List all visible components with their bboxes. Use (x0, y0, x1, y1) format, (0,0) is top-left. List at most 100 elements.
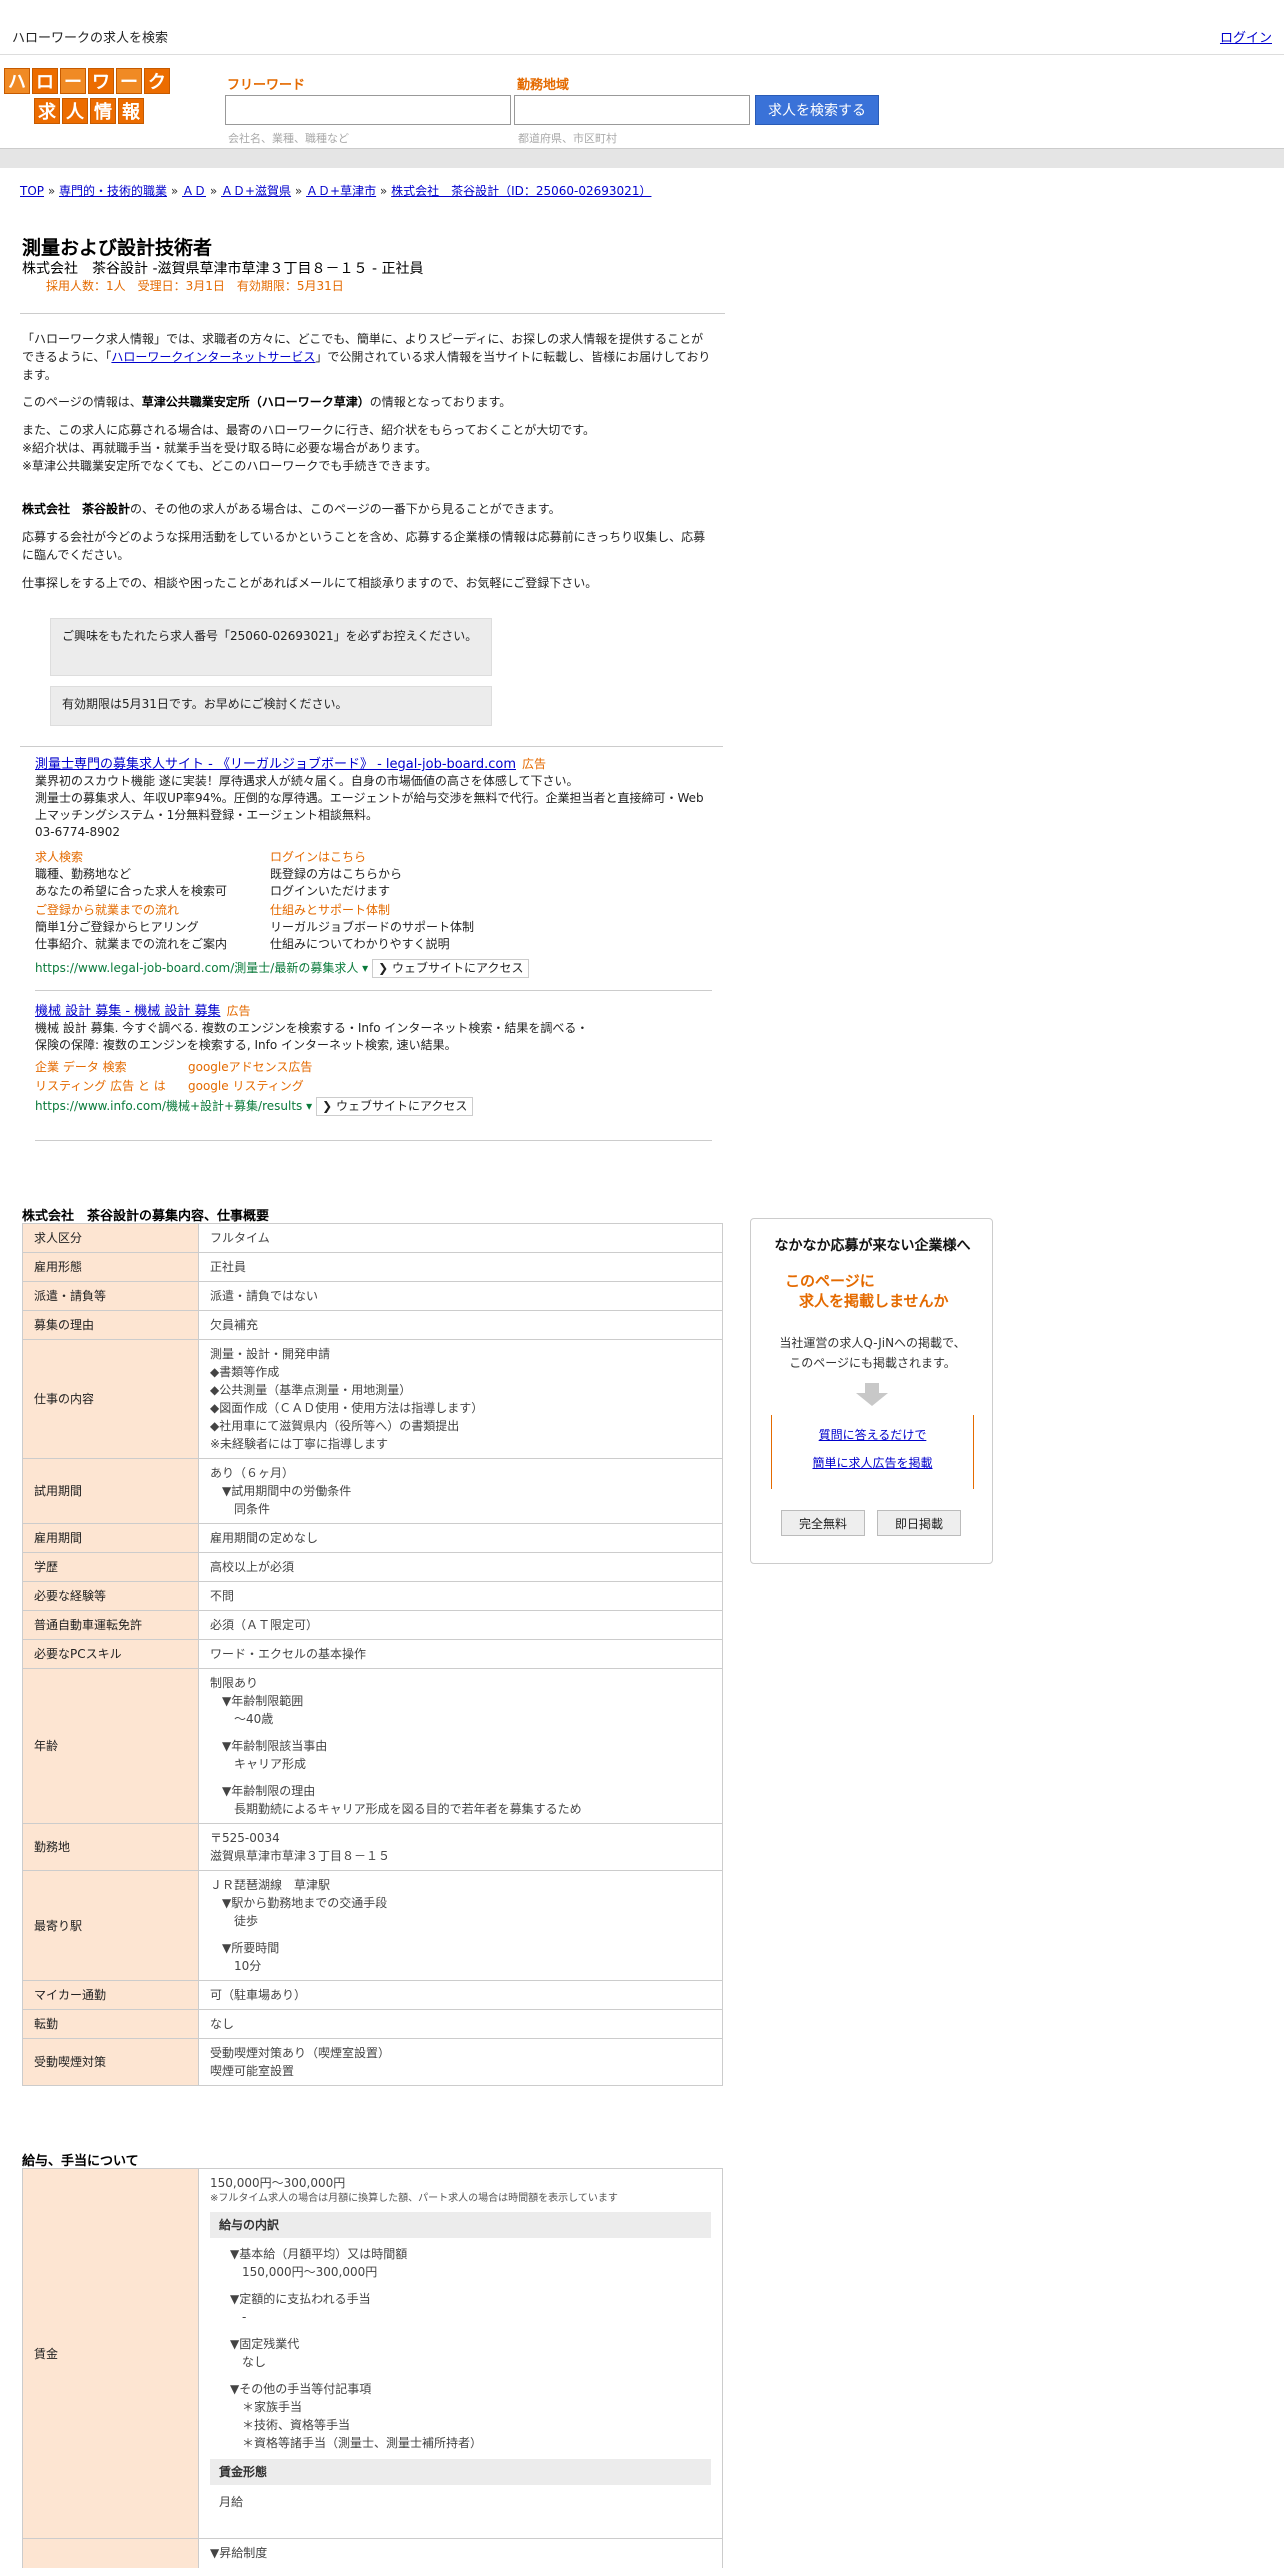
login-link[interactable]: ログイン (1220, 27, 1272, 46)
employer-ad-offer: このページに 求人を掲載しませんか (785, 1272, 949, 1310)
salary-range: 150,000円〜300,000円 (210, 2176, 346, 2190)
area-hint: 都道府県、市区町村 (518, 132, 617, 145)
table-row: 派遣・請負等 派遣・請負ではない (22, 1281, 723, 1311)
ad-sitelink-title[interactable]: ログインはこちら (270, 849, 570, 866)
job-details-table: 求人区分 フルタイム 雇用形態 正社員 派遣・請負等 派遣・請負ではない 募集の理由 欠員補充… (22, 1223, 723, 2086)
ad-sitelink[interactable]: ログインはこちら 既登録の方はこちらから ログインいただけます (270, 849, 570, 900)
ad-sitelink[interactable]: ご登録から就業までの流れ 簡単1分ご登録からヒアリング仕事紹介、就業までの流れをご… (35, 902, 270, 953)
salary-breakdown-line: ＊資格等諸手当（測量士、測量士補所持者） (230, 2436, 483, 2450)
ad-sitelink-title[interactable]: ご登録から就業までの流れ (35, 902, 270, 919)
row-value-line: 不問 (210, 1589, 235, 1603)
visit-website-button[interactable]: ❯ ウェブサイトにアクセス (372, 959, 530, 978)
breadcrumb-separator: » (44, 184, 59, 198)
row-key: マイカー通勤 (22, 1980, 199, 2010)
hellowork-internet-link[interactable]: ハローワークインターネットサービス (111, 350, 315, 364)
table-row: 勤務地 〒525-0034 滋賀県草津市草津３丁目８－１５ (22, 1823, 723, 1871)
row-value-line: ▼試用期間中の労働条件 (210, 1484, 352, 1498)
row-value-line (210, 1930, 711, 1939)
row-key: 必要なPCスキル (22, 1639, 199, 1669)
ad-sitelink-desc: 仕事紹介、就業までの流れをご案内 (35, 937, 228, 951)
ad-title-link[interactable]: 機械 設計 募集 - 機械 設計 募集 (35, 1004, 221, 1019)
visit-website-button[interactable]: ❯ ウェブサイトにアクセス (316, 1097, 474, 1116)
logo-char: 報 (118, 98, 144, 124)
breadcrumb-link[interactable]: ＡＤ+草津市 (306, 184, 376, 198)
breadcrumb-link[interactable]: TOP (20, 184, 44, 198)
row-value-line: 滋賀県草津市草津３丁目８－１５ (210, 1849, 391, 1863)
post-ad-link[interactable]: 簡単に求人広告を掲載 (772, 1449, 973, 1477)
ad-sublink[interactable]: googleアドセンス広告 (188, 1059, 488, 1076)
ad-phone[interactable]: 03-6774-8902 (35, 824, 715, 841)
site-title: ハローワークの求人を検索 (12, 31, 169, 46)
referral-line: また、この求人に応募される場合は、最寄のハローワークに行き、紹介状をもらっておく… (22, 423, 596, 437)
row-key: 年齢 (22, 1668, 199, 1824)
row-key: 必要な経験等 (22, 1581, 199, 1611)
salary-breakdown: ▼基本給（月額平均）又は時間額 150,000円〜300,000円 ▼定額的に支払… (210, 2241, 711, 2456)
breadcrumb-link[interactable]: 専門的・技術的職業 (59, 184, 167, 198)
breadcrumb-separator: » (206, 184, 221, 198)
breadcrumb: TOP » 専門的・技術的職業 » ＡＤ » ＡＤ+滋賀県 » ＡＤ+草津市 »… (20, 182, 651, 199)
ad-sitelink-desc: 簡単1分ご登録からヒアリング (35, 920, 199, 934)
row-value-line: 測量・設計・開発申請 (210, 1347, 331, 1361)
row-value: 150,000円〜300,000円 ※フルタイム求人の場合は月額に換算した額、パ… (198, 2168, 723, 2539)
ad-label: 広告 (226, 1004, 251, 1018)
referral-line: ※紹介状は、再就職手当・就業手当を受け取る時に必要な場合があります。 (22, 441, 427, 455)
row-value-line: 正社員 (210, 1260, 247, 1274)
row-value: 不問 (198, 1581, 723, 1611)
row-value-line: ＪＲ琵琶湖線 草津駅 (210, 1878, 331, 1892)
row-value-line: ◆図面作成（ＣＡＤ使用・使用方法は指導します） (210, 1401, 484, 1415)
salary-breakdown-title: 給与の内訳 (210, 2212, 711, 2238)
ad-description: 測量士の募集求人、年収UP率94%。圧倒的な厚待遇。エージェントが給与交渉を無料… (35, 791, 704, 822)
row-value-line: 徒歩 (210, 1914, 259, 1928)
row-value-line: 喫煙可能室設置 (210, 2064, 295, 2078)
ad-sublink[interactable]: google リスティング (188, 1078, 488, 1095)
row-value-line: ▼所要時間 (210, 1941, 280, 1955)
table-row: 仕事の内容 測量・設計・開発申請 ◆書類等作成 ◆公共測量（基準点測量・用地測量） ◆図… (22, 1339, 723, 1459)
ad-block-1: 測量士専門の募集求人サイト - 《リーガルジョブボード》 - legal-job… (35, 756, 715, 978)
breadcrumb-link[interactable]: ＡＤ+滋賀県 (221, 184, 291, 198)
ad-sitelink-title[interactable]: 仕組みとサポート体制 (270, 902, 570, 919)
freeword-input[interactable] (225, 95, 511, 125)
answer-questions-link[interactable]: 質問に答えるだけで (772, 1421, 973, 1449)
salary-breakdown-line: ▼定額的に支払われる手当 (230, 2292, 371, 2306)
table-row: 雇用形態 正社員 (22, 1252, 723, 1282)
row-value-line: ◆書類等作成 (210, 1365, 280, 1379)
row-value-line: あり（６ヶ月） (210, 1466, 295, 1480)
ad-url[interactable]: https://www.info.com/機械+設計+募集/results ▾ (35, 1099, 312, 1113)
search-button[interactable]: 求人を検索する (755, 95, 879, 125)
row-value-line: 派遣・請負ではない (210, 1289, 319, 1303)
freeword-hint: 会社名、業種、職種など (228, 132, 349, 145)
employer-ad-desc: 当社運営の求人Q-JiNへの掲載で、 このページにも掲載されます。 (779, 1336, 966, 1370)
row-value-line: ▼年齢制限範囲 (210, 1694, 304, 1708)
salary-breakdown-line: ▼基本給（月額平均）又は時間額 (230, 2247, 408, 2261)
row-value-line: 〒525-0034 (210, 1831, 280, 1845)
ad-sitelink-title[interactable]: 求人検索 (35, 849, 270, 866)
row-key: 雇用期間 (22, 1523, 199, 1553)
referral-line: ※草津公共職業安定所でなくても、どこのハローワークでも手続きできます。 (22, 459, 438, 473)
ad-sitelink-desc: 既登録の方はこちらから (270, 867, 403, 881)
ad-url[interactable]: https://www.legal-job-board.com/測量士/最新の募… (35, 961, 368, 975)
breadcrumb-link[interactable]: 株式会社 茶谷設計（ID：25060-02693021） (391, 184, 651, 198)
row-value-line: ※未経験者には丁寧に指導します (210, 1437, 389, 1451)
free-button[interactable]: 完全無料 (781, 1510, 865, 1536)
hellowork-logo[interactable]: ハローワーク 求人情報 (4, 68, 180, 124)
area-input[interactable] (514, 95, 750, 125)
referral-paragraph: また、この求人に応募される場合は、最寄のハローワークに行き、紹介状をもらっておく… (22, 421, 714, 475)
breadcrumb-link[interactable]: ＡＤ (182, 184, 206, 198)
job-meta: 採用人数：1人 受理日：3月1日 有効期限：5月31日 (46, 279, 344, 293)
same-day-button[interactable]: 即日掲載 (877, 1510, 961, 1536)
row-key: 募集の理由 (22, 1310, 199, 1340)
row-value: 〒525-0034 滋賀県草津市草津３丁目８－１５ (198, 1823, 723, 1871)
row-value: ワード・エクセルの基本操作 (198, 1639, 723, 1669)
salary-breakdown-line: - (230, 2310, 247, 2324)
ad-sublink[interactable]: 企業 データ 検索 (35, 1059, 188, 1076)
ad-title-link[interactable]: 測量士専門の募集求人サイト - 《リーガルジョブボード》 - legal-job… (35, 757, 516, 772)
table-row: 最寄り駅 ＪＲ琵琶湖線 草津駅 ▼駅から勤務地までの交通手段 徒歩 ▼所要時間 1… (22, 1870, 723, 1981)
ad-sitelink[interactable]: 求人検索 職種、勤務地など あなたの希望に合った求人を検索可 (35, 849, 270, 900)
ad-description: 機械 設計 募集. 今すぐ調べる. 複数のエンジンを検索する・Info インター… (35, 1021, 589, 1035)
ad-sitelink[interactable]: 仕組みとサポート体制 リーガルジョブボードのサポート体制 仕組みについてわかりやすく… (270, 902, 570, 953)
ad-sublink[interactable]: リスティング 広告 と は (35, 1078, 188, 1095)
salary-table: 賃金 150,000円〜300,000円 ※フルタイム求人の場合は月額に換算した… (22, 2168, 723, 2568)
intro-paragraph: 「ハローワーク求人情報」では、求職者の方々に、どこでも、簡単に、よりスピーディに… (22, 332, 711, 382)
row-value-line: 高校以上が必須 (210, 1560, 295, 1574)
table-row: 必要な経験等 不問 (22, 1581, 723, 1611)
